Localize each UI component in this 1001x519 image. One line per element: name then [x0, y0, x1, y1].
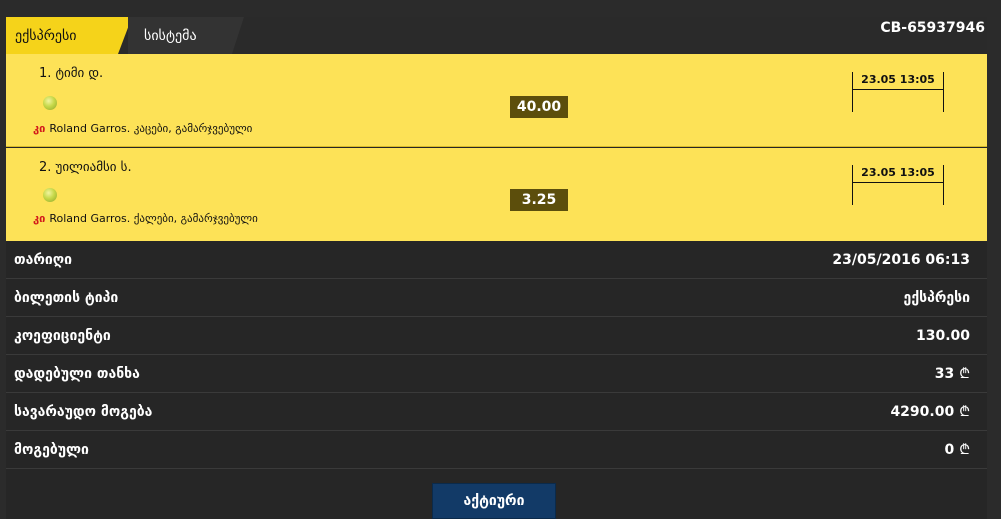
status-active-button[interactable]: აქტიური [432, 483, 556, 519]
event-name: 1. ტიმი დ. [39, 66, 104, 81]
detail-value: ექსპრესი [903, 289, 970, 306]
detail-value: 4290.00 [890, 403, 955, 420]
event-time: 23.05 13:05 [852, 72, 944, 112]
detail-label: კოეფიციენტი [14, 327, 111, 344]
lari-icon: ₾ [959, 366, 970, 382]
tennis-ball-icon [43, 188, 57, 202]
event-time-label: 23.05 13:05 [853, 165, 943, 183]
ticket-details: თარიღი 23/05/2016 06:13 ბილეთის ტიპი ექს… [6, 241, 987, 469]
league-code: კი [33, 212, 46, 225]
ticket-id: CB-65937946 [880, 20, 985, 36]
detail-row-possible-win: სავარაუდო მოგება 4290.00 ₾ [6, 393, 987, 431]
event-league: კი Roland Garros. ქალები, გამარჯვებული [33, 212, 258, 225]
event-time: 23.05 13:05 [852, 165, 944, 205]
detail-row-coefficient: კოეფიციენტი 130.00 [6, 317, 987, 355]
tab-bar: ექსპრესი სისტემა CB-65937946 [6, 17, 987, 54]
tab-system[interactable]: სისტემა [128, 17, 244, 54]
event-row: 1. ტიმი დ. კი Roland Garros. კაცები, გამა… [6, 54, 987, 147]
event-time-label: 23.05 13:05 [853, 72, 943, 90]
detail-row-won: მოგებული 0 ₾ [6, 431, 987, 469]
detail-value: 130.00 [915, 327, 970, 344]
event-row: 2. უილიამსი ს. კი Roland Garros. ქალები, … [6, 148, 987, 241]
detail-value: 23/05/2016 06:13 [832, 251, 970, 268]
league-name: Roland Garros. კაცები, გამარჯვებული [49, 122, 253, 135]
detail-label: ბილეთის ტიპი [14, 289, 119, 306]
league-code: კი [33, 122, 46, 135]
event-name: 2. უილიამსი ს. [39, 160, 132, 175]
detail-row-stake: დადებული თანხა 33 ₾ [6, 355, 987, 393]
detail-row-ticket-type: ბილეთის ტიპი ექსპრესი [6, 279, 987, 317]
detail-value: 33 [934, 365, 955, 382]
tennis-ball-icon [43, 96, 57, 110]
detail-label: დადებული თანხა [14, 365, 140, 382]
league-name: Roland Garros. ქალები, გამარჯვებული [49, 212, 258, 225]
event-league: კი Roland Garros. კაცები, გამარჯვებული [33, 122, 252, 135]
detail-label: თარიღი [14, 251, 73, 268]
detail-label: მოგებული [14, 441, 89, 458]
detail-label: სავარაუდო მოგება [14, 403, 153, 420]
odds-badge: 40.00 [510, 96, 568, 118]
detail-value: 0 [944, 441, 955, 458]
odds-badge: 3.25 [510, 189, 568, 211]
tab-express[interactable]: ექსპრესი [6, 17, 132, 54]
lari-icon: ₾ [959, 442, 970, 458]
lari-icon: ₾ [959, 404, 970, 420]
detail-row-date: თარიღი 23/05/2016 06:13 [6, 241, 987, 279]
ticket-panel: ექსპრესი სისტემა CB-65937946 1. ტიმი დ. … [6, 17, 987, 519]
